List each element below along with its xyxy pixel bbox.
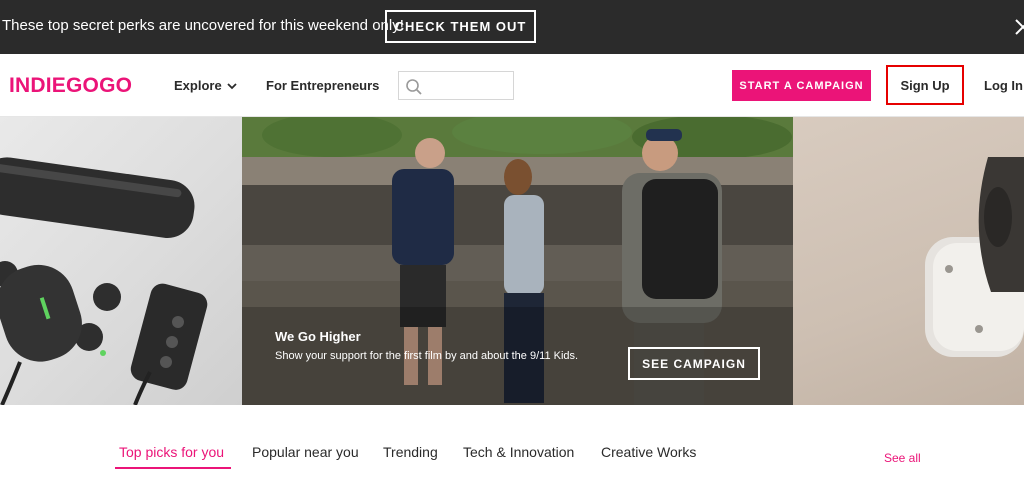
hero-carousel: We Go Higher Show your support for the f… (0, 117, 1024, 405)
sign-up-button[interactable]: Sign Up (886, 65, 964, 105)
site-header: INDIEGOGO Explore For Entrepreneurs STAR… (0, 54, 1024, 117)
hero-title: We Go Higher (275, 329, 361, 344)
product-image (925, 157, 1024, 357)
search-box (398, 71, 514, 100)
tab-popular-near-you[interactable]: Popular near you (252, 444, 359, 460)
nav-explore-label: Explore (174, 78, 222, 93)
check-them-out-button[interactable]: CHECK THEM OUT (385, 10, 536, 43)
hero-description: Show your support for the first film by … (275, 350, 579, 362)
promo-text: These top secret perks are uncovered for… (2, 17, 404, 34)
hero-slide-active[interactable]: We Go Higher Show your support for the f… (242, 117, 793, 405)
tab-top-picks[interactable]: Top picks for you (119, 444, 224, 460)
tab-tech-innovation[interactable]: Tech & Innovation (463, 444, 574, 460)
product-image (0, 157, 208, 405)
chevron-down-icon (227, 78, 237, 93)
hero-slide-previous[interactable] (0, 117, 242, 405)
nav-explore[interactable]: Explore (174, 78, 237, 93)
log-in-link[interactable]: Log In (984, 78, 1023, 93)
indiegogo-logo[interactable]: INDIEGOGO (9, 74, 132, 98)
tab-trending[interactable]: Trending (383, 444, 438, 460)
search-icon[interactable] (405, 78, 423, 96)
tab-creative-works[interactable]: Creative Works (601, 444, 696, 460)
category-tabs: Top picks for you Popular near you Trend… (0, 405, 1024, 484)
active-tab-indicator (115, 467, 231, 469)
hero-slide-next[interactable] (793, 117, 1024, 405)
see-campaign-button[interactable]: SEE CAMPAIGN (628, 347, 760, 380)
close-icon[interactable] (1012, 16, 1024, 38)
see-all-link[interactable]: See all (884, 451, 921, 465)
nav-for-entrepreneurs[interactable]: For Entrepreneurs (266, 78, 379, 93)
promo-banner: These top secret perks are uncovered for… (0, 0, 1024, 54)
start-a-campaign-button[interactable]: START A CAMPAIGN (732, 70, 871, 101)
search-input[interactable] (427, 75, 509, 97)
